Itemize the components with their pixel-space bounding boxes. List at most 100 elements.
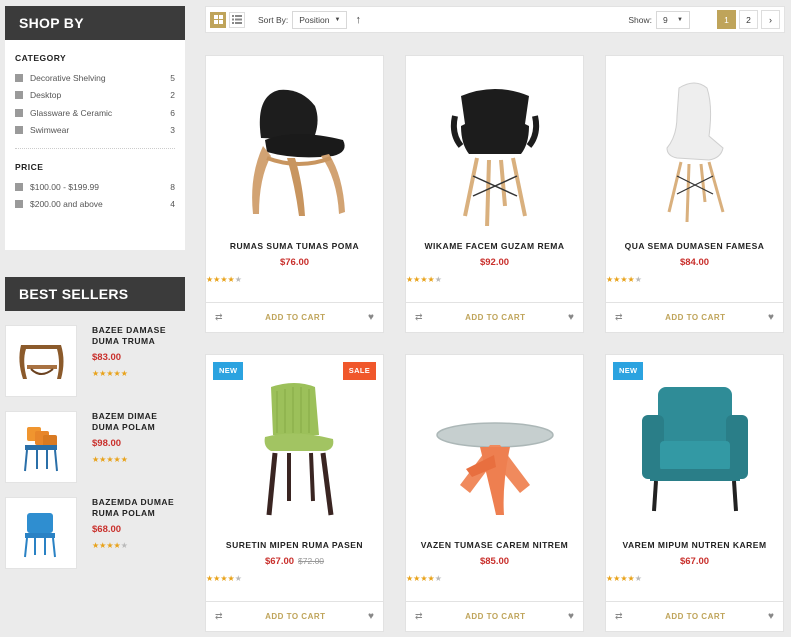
category-filter-item[interactable]: Desktop 2 xyxy=(15,87,175,105)
star-icon: ★ xyxy=(120,455,128,464)
product-name[interactable]: SURETIN MIPEN RUMA PASEN xyxy=(206,540,383,550)
product-name[interactable]: VAZEN TUMASE CAREM NITREM xyxy=(406,540,583,550)
product-card[interactable]: VAZEN TUMASE CAREM NITREM $85.00 ★ ★ ★ ★ ★ ⇄… xyxy=(405,354,584,632)
wishlist-heart-icon[interactable]: ♥ xyxy=(768,312,774,323)
product-price: $67.00 xyxy=(606,556,783,567)
star-icon: ★ xyxy=(92,455,100,464)
compare-icon[interactable]: ⇄ xyxy=(615,611,623,622)
checkbox-icon[interactable] xyxy=(15,182,23,191)
star-icon: ★ xyxy=(613,275,621,284)
product-card[interactable]: NEW VAREM MIPUM NUTREN KAREM $67.00 ★ ★ ★ ★… xyxy=(605,354,784,632)
product-actions: ⇄ ADD TO CART ♥ xyxy=(406,302,583,332)
product-name[interactable]: BAZEM DIMAE DUMA POLAM xyxy=(92,411,187,433)
best-seller-item[interactable]: BAZEM DIMAE DUMA POLAM $98.00 ★ ★ ★ ★ ★ xyxy=(5,411,185,483)
star-icon: ★ xyxy=(413,275,421,284)
checkbox-icon[interactable] xyxy=(15,126,23,135)
star-icon: ★ xyxy=(413,574,421,583)
product-name[interactable]: RUMAS SUMA TUMAS POMA xyxy=(206,241,383,251)
list-view-button[interactable] xyxy=(229,11,245,28)
sort-by-select[interactable]: Position ▼ xyxy=(292,10,348,29)
star-icon: ★ xyxy=(106,369,114,378)
wishlist-heart-icon[interactable]: ♥ xyxy=(568,611,574,622)
sort-direction-icon[interactable]: ↑ xyxy=(355,14,361,26)
add-to-cart-button[interactable]: ADD TO CART xyxy=(265,612,325,621)
product-price: $84.00 xyxy=(606,257,783,268)
filter-label[interactable]: Desktop xyxy=(30,90,170,100)
price-heading: PRICE xyxy=(15,162,44,172)
product-image[interactable] xyxy=(406,56,583,236)
filter-label[interactable]: Swimwear xyxy=(30,125,170,135)
best-seller-item[interactable]: BAZEMDA DUMAE RUMA POLAM $68.00 ★ ★ ★ ★ ★ xyxy=(5,497,185,569)
grid-view-button[interactable] xyxy=(210,11,226,28)
product-card[interactable]: WIKAME FACEM GUZAM REMA $92.00 ★ ★ ★ ★ ★ ⇄ A… xyxy=(405,55,584,333)
filter-label[interactable]: $200.00 and above xyxy=(30,199,170,209)
chevron-right-icon: › xyxy=(769,14,772,25)
sort-by-value: Position xyxy=(299,14,330,25)
checkbox-icon[interactable] xyxy=(15,200,23,209)
compare-icon[interactable]: ⇄ xyxy=(215,312,223,323)
compare-icon[interactable]: ⇄ xyxy=(215,611,223,622)
product-thumbnail[interactable] xyxy=(5,411,77,483)
add-to-cart-button[interactable]: ADD TO CART xyxy=(665,313,725,322)
limiter-select[interactable]: 9 ▼ xyxy=(656,10,690,29)
category-filter-item[interactable]: Swimwear 3 xyxy=(15,122,175,140)
filter-label[interactable]: Decorative Shelving xyxy=(30,73,170,83)
filter-count: 2 xyxy=(170,90,175,101)
filter-label[interactable]: Glassware & Ceramic xyxy=(30,108,170,118)
wishlist-heart-icon[interactable]: ♥ xyxy=(568,312,574,323)
product-name[interactable]: BAZEE DAMASE DUMA TRUMA xyxy=(92,325,187,347)
add-to-cart-button[interactable]: ADD TO CART xyxy=(265,313,325,322)
next-page-button[interactable]: › xyxy=(761,10,780,29)
category-filter-item[interactable]: Decorative Shelving 5 xyxy=(15,69,175,87)
star-icon: ★ xyxy=(606,574,614,583)
checkbox-icon[interactable] xyxy=(15,91,23,100)
add-to-cart-button[interactable]: ADD TO CART xyxy=(465,612,525,621)
star-icon: ★ xyxy=(234,574,242,583)
star-icon: ★ xyxy=(120,541,128,550)
product-card[interactable]: NEW SALE SURETIN MIPEN RUMA PASEN $67.00… xyxy=(205,354,384,632)
product-image[interactable] xyxy=(206,355,383,535)
price-filter-item[interactable]: $200.00 and above 4 xyxy=(15,196,175,214)
product-name[interactable]: WIKAME FACEM GUZAM REMA xyxy=(406,241,583,251)
wishlist-heart-icon[interactable]: ♥ xyxy=(768,611,774,622)
star-icon: ★ xyxy=(227,275,235,284)
best-sellers-block: BEST SELLERS BAZEE DAMASE DUMA TRUMA $83… xyxy=(5,277,185,572)
old-price: $72.00 xyxy=(298,556,325,566)
product-card[interactable]: RUMAS SUMA TUMAS POMA $76.00 ★ ★ ★ ★ ★ ⇄ ADD… xyxy=(205,55,384,333)
compare-icon[interactable]: ⇄ xyxy=(415,611,423,622)
star-icon: ★ xyxy=(220,275,228,284)
star-icon: ★ xyxy=(113,455,121,464)
product-name[interactable]: QUA SEMA DUMASEN FAMESA xyxy=(606,241,783,251)
star-icon: ★ xyxy=(434,574,442,583)
add-to-cart-button[interactable]: ADD TO CART xyxy=(665,612,725,621)
star-icon: ★ xyxy=(106,455,114,464)
product-name[interactable]: VAREM MIPUM NUTREN KAREM xyxy=(606,540,783,550)
sort-by-label: Sort By: xyxy=(258,14,289,25)
final-price: $76.00 xyxy=(279,257,310,268)
filter-count: 4 xyxy=(170,199,175,210)
product-price: $68.00 xyxy=(92,524,122,535)
page-2[interactable]: 2 xyxy=(739,10,758,29)
product-thumbnail[interactable] xyxy=(5,325,77,397)
product-thumbnail[interactable] xyxy=(5,497,77,569)
product-image[interactable] xyxy=(606,355,783,535)
checkbox-icon[interactable] xyxy=(15,108,23,117)
product-card[interactable]: QUA SEMA DUMASEN FAMESA $84.00 ★ ★ ★ ★ ★ ⇄ A… xyxy=(605,55,784,333)
star-icon: ★ xyxy=(213,275,221,284)
wishlist-heart-icon[interactable]: ♥ xyxy=(368,312,374,323)
compare-icon[interactable]: ⇄ xyxy=(415,312,423,323)
filter-label[interactable]: $100.00 - $199.99 xyxy=(30,182,170,192)
product-image[interactable] xyxy=(606,56,783,236)
best-seller-item[interactable]: BAZEE DAMASE DUMA TRUMA $83.00 ★ ★ ★ ★ ★ xyxy=(5,325,185,397)
wishlist-heart-icon[interactable]: ♥ xyxy=(368,611,374,622)
checkbox-icon[interactable] xyxy=(15,73,23,82)
product-image[interactable] xyxy=(206,56,383,236)
product-name[interactable]: BAZEMDA DUMAE RUMA POLAM xyxy=(92,497,187,519)
compare-icon[interactable]: ⇄ xyxy=(615,312,623,323)
price-filter-item[interactable]: $100.00 - $199.99 8 xyxy=(15,178,175,196)
grid-icon xyxy=(213,15,223,24)
add-to-cart-button[interactable]: ADD TO CART xyxy=(465,313,525,322)
product-image[interactable] xyxy=(406,355,583,535)
page-1[interactable]: 1 xyxy=(717,10,736,29)
category-filter-item[interactable]: Glassware & Ceramic 6 xyxy=(15,104,175,122)
